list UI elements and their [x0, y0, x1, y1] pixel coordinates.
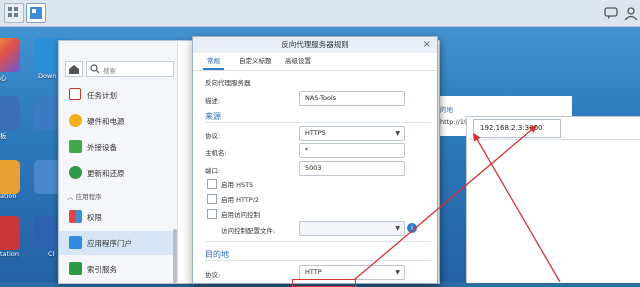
source-protocol-label: 协议: — [205, 132, 221, 140]
dialog-heading: 反向代理服务器 — [205, 79, 251, 87]
sidebar-item-label: 外接设备 — [87, 143, 117, 152]
source-section-title: 来源 — [205, 112, 221, 121]
control-panel-sidebar: 搜索 任务计划 硬件和电源 外接设备 更新和还原 ︿ 应用程序 权限 应用程序门… — [59, 41, 178, 283]
section-divider — [205, 260, 431, 261]
chevron-up-icon: ︿ — [67, 193, 74, 201]
desktop-icon-5[interactable] — [0, 160, 20, 194]
sidebar-item-indexing-service[interactable]: 索引服务 — [59, 257, 177, 281]
home-icon — [69, 65, 79, 74]
destination-protocol-label: 协议: — [205, 271, 221, 279]
refresh-icon — [69, 166, 82, 179]
source-protocol-value: HTTPS — [305, 129, 326, 137]
hostname-label: 主机名: — [205, 149, 227, 157]
close-icon[interactable]: × — [423, 39, 431, 50]
hostname-value: * — [305, 146, 309, 154]
port-label: 端口: — [205, 167, 221, 175]
control-panel-icon — [30, 7, 42, 19]
desktop-icon-label: 板 — [0, 132, 7, 140]
desktop-icon-7[interactable] — [0, 216, 20, 250]
port-input[interactable]: 5003 — [299, 161, 405, 176]
section-divider — [205, 122, 431, 123]
caret-down-icon: ▼ — [395, 269, 400, 276]
reverse-proxy-dialog: 反向代理服务器规则 × 常规 自定义标题 高级设置 反向代理服务器 描述: NA… — [192, 36, 438, 284]
destination-protocol-value: HTTP — [305, 268, 322, 276]
calendar-icon — [69, 88, 81, 100]
background-fragment: 的地 — [440, 106, 453, 114]
desktop-icon-label: ation — [0, 192, 17, 200]
source-protocol-select[interactable]: HTTPS ▼ — [299, 126, 405, 141]
browser-divider — [467, 139, 640, 140]
description-value: NAS-Tools — [305, 94, 337, 102]
info-icon[interactable]: i — [407, 223, 417, 233]
grid-icon — [69, 210, 82, 223]
desktop-icon-1[interactable] — [0, 38, 20, 72]
tab-divider — [193, 70, 437, 71]
desktop-icon-label: Down — [38, 72, 57, 80]
address-text: 192.168.2.3:3000 — [480, 124, 543, 132]
sidebar-item-update-restore[interactable]: 更新和还原 — [59, 161, 177, 185]
hostname-input[interactable]: * — [299, 143, 405, 158]
tab-general[interactable]: 常规 — [203, 54, 224, 70]
destination-section-title: 目的地 — [205, 250, 229, 259]
main-menu-button[interactable] — [4, 3, 24, 23]
sidebar-item-label: 权限 — [87, 213, 102, 222]
tab-advanced[interactable]: 高级设置 — [281, 54, 315, 68]
description-input[interactable]: NAS-Tools — [299, 91, 405, 106]
sidebar-item-privileges[interactable]: 权限 — [59, 205, 177, 229]
caret-down-icon: ▼ — [395, 225, 400, 232]
search-icon — [90, 64, 100, 74]
desktop-icon-3[interactable] — [0, 96, 20, 130]
sidebar-item-label: 更新和还原 — [87, 169, 125, 178]
user-icon[interactable] — [624, 6, 638, 20]
upload-icon — [69, 140, 82, 153]
search-placeholder: 搜索 — [103, 67, 116, 75]
access-profile-select[interactable]: ▼ — [299, 221, 405, 236]
tab-custom-header[interactable]: 自定义标题 — [235, 54, 276, 68]
sidebar-item-label: 任务计划 — [87, 91, 117, 100]
browser-window: 192.168.2.3:3000 — [466, 116, 640, 283]
index-icon — [69, 262, 82, 275]
highlight-box — [292, 279, 356, 287]
access-control-label: 启用访问控制 — [221, 211, 260, 219]
desktop-icon-label: tation — [0, 250, 19, 258]
http2-label: 启用 HTTP/2 — [221, 196, 260, 204]
dialog-title: 反向代理服务器规则 — [281, 40, 349, 49]
port-value: 5003 — [305, 164, 322, 172]
sidebar-scrollbar[interactable] — [173, 229, 177, 283]
sidebar-item-application-portal[interactable]: 应用程序门户 — [59, 231, 177, 255]
destination-protocol-select[interactable]: HTTP ▼ — [299, 265, 405, 280]
desktop-icon-label: Cl — [48, 250, 55, 258]
dialog-title-bar: 反向代理服务器规则 — [193, 37, 437, 53]
desktop-icon-label: 心 — [0, 74, 7, 82]
home-button[interactable] — [65, 61, 83, 77]
sidebar-item-label: 索引服务 — [87, 265, 117, 274]
hsts-checkbox[interactable] — [207, 179, 217, 189]
description-label: 描述: — [205, 97, 221, 105]
http2-checkbox[interactable] — [207, 194, 217, 204]
caret-down-icon: ▼ — [395, 130, 400, 137]
sidebar-group-applications[interactable]: ︿ 应用程序 — [67, 191, 102, 201]
taskbar — [0, 0, 640, 27]
sidebar-item-external-devices[interactable]: 外接设备 — [59, 135, 177, 159]
address-bar[interactable]: 192.168.2.3:3000 — [473, 119, 561, 138]
section-divider — [205, 241, 431, 242]
taskbar-control-panel-button[interactable] — [26, 3, 46, 23]
sidebar-item-label: 应用程序门户 — [87, 239, 132, 248]
sidebar-item-label: 硬件和电源 — [87, 117, 125, 126]
sidebar-item-task-scheduler[interactable]: 任务计划 — [59, 83, 177, 107]
access-profile-label: 访问控制配置文件: — [221, 227, 276, 235]
sidebar-item-hardware-power[interactable]: 硬件和电源 — [59, 109, 177, 133]
access-control-checkbox[interactable] — [207, 209, 217, 219]
sidebar-search-input[interactable]: 搜索 — [86, 61, 174, 77]
hsts-label: 启用 HSTS — [221, 181, 254, 189]
sidebar-group-label: 应用程序 — [75, 193, 102, 201]
bulb-icon — [69, 114, 82, 127]
portal-icon — [69, 236, 82, 249]
chat-icon[interactable] — [604, 6, 618, 20]
